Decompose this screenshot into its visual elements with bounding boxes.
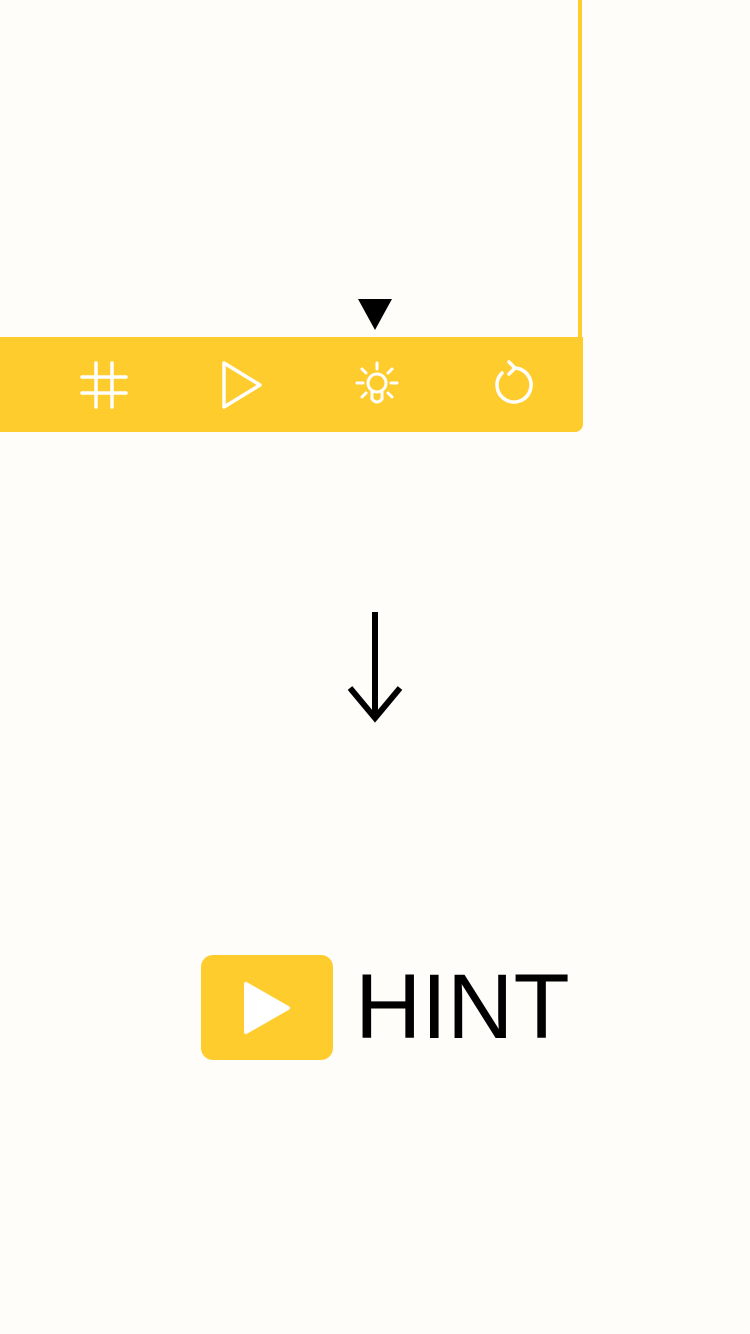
play-icon (244, 981, 290, 1034)
play-icon (222, 361, 262, 409)
grid-button[interactable] (78, 359, 130, 411)
panel-border (578, 0, 582, 345)
hint-label: HINT (355, 956, 570, 1058)
pointer-down-icon (358, 299, 392, 330)
hint-legend: HINT (201, 955, 570, 1060)
arrow-down-icon (347, 612, 403, 723)
grid-icon (80, 361, 128, 409)
play-button[interactable] (214, 359, 266, 411)
tutorial-screen: HINT (0, 0, 750, 1334)
game-panel (0, 0, 584, 432)
lightbulb-icon (355, 361, 399, 404)
restart-icon (495, 360, 533, 404)
restart-button[interactable] (488, 359, 540, 411)
toolbar (0, 337, 583, 432)
hint-badge (201, 955, 333, 1060)
hint-button[interactable] (351, 359, 403, 411)
